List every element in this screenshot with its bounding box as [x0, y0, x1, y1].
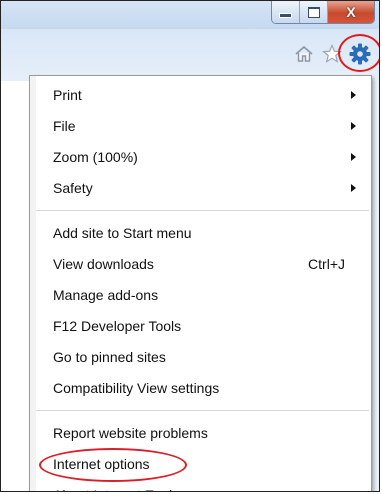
minimize-button[interactable]	[272, 1, 300, 23]
menu-item-safety[interactable]: Safety	[30, 173, 371, 204]
home-icon	[295, 45, 313, 62]
menu-item-about-internet-explorer[interactable]: About Internet Explorer	[30, 480, 371, 491]
title-bar: X	[1, 1, 379, 81]
tools-menu: Print File Zoom (100%) Safety Add site to St…	[29, 75, 372, 491]
internet-options-annotation-circle	[39, 448, 187, 482]
menu-item-label: View downloads	[53, 256, 154, 272]
ie-window: X Print File Zoom (100%) Safety Add site…	[0, 0, 380, 492]
menu-item-print[interactable]: Print	[30, 80, 371, 111]
menu-item-label: F12 Developer Tools	[53, 318, 182, 334]
menu-item-view-downloads[interactable]: View downloads Ctrl+J	[30, 249, 371, 280]
menu-separator	[36, 210, 369, 212]
menu-item-label: Zoom (100%)	[53, 149, 138, 165]
home-button[interactable]	[291, 41, 317, 67]
minimize-icon	[279, 13, 292, 18]
menu-item-zoom-100[interactable]: Zoom (100%)	[30, 142, 371, 173]
close-button[interactable]: X	[328, 1, 374, 23]
menu-item-go-to-pinned-sites[interactable]: Go to pinned sites	[30, 342, 371, 373]
submenu-arrow-icon	[351, 184, 356, 192]
menu-item-file[interactable]: File	[30, 111, 371, 142]
submenu-arrow-icon	[351, 91, 356, 99]
menu-item-label: Manage add-ons	[53, 287, 159, 303]
close-icon: X	[346, 4, 356, 20]
menu-item-label: About Internet Explorer	[53, 487, 197, 491]
menu-item-compatibility-view-settings[interactable]: Compatibility View settings	[30, 373, 371, 404]
menu-separator	[36, 410, 369, 412]
menu-item-label: File	[53, 118, 76, 134]
submenu-arrow-icon	[351, 153, 356, 161]
menu-item-label: Go to pinned sites	[53, 349, 166, 365]
menu-item-label: Add site to Start menu	[53, 225, 192, 241]
maximize-icon	[307, 6, 320, 18]
menu-item-label: Report website problems	[53, 425, 208, 441]
gear-annotation-circle	[338, 34, 379, 72]
submenu-arrow-icon	[351, 122, 356, 130]
menu-item-report-website-problems[interactable]: Report website problems	[30, 418, 371, 449]
window-controls: X	[271, 1, 375, 24]
menu-item-label: Safety	[53, 180, 93, 196]
maximize-button[interactable]	[300, 1, 328, 23]
menu-item-f12-developer-tools[interactable]: F12 Developer Tools	[30, 311, 371, 342]
tools-button[interactable]	[338, 34, 379, 72]
menu-item-add-site-to-start-menu[interactable]: Add site to Start menu	[30, 218, 371, 249]
menu-item-shortcut: Ctrl+J	[308, 256, 345, 272]
command-icons	[291, 34, 379, 72]
menu-item-label: Compatibility View settings	[53, 380, 220, 396]
menu-item-label: Print	[53, 87, 82, 103]
menu-item-manage-add-ons[interactable]: Manage add-ons	[30, 280, 371, 311]
